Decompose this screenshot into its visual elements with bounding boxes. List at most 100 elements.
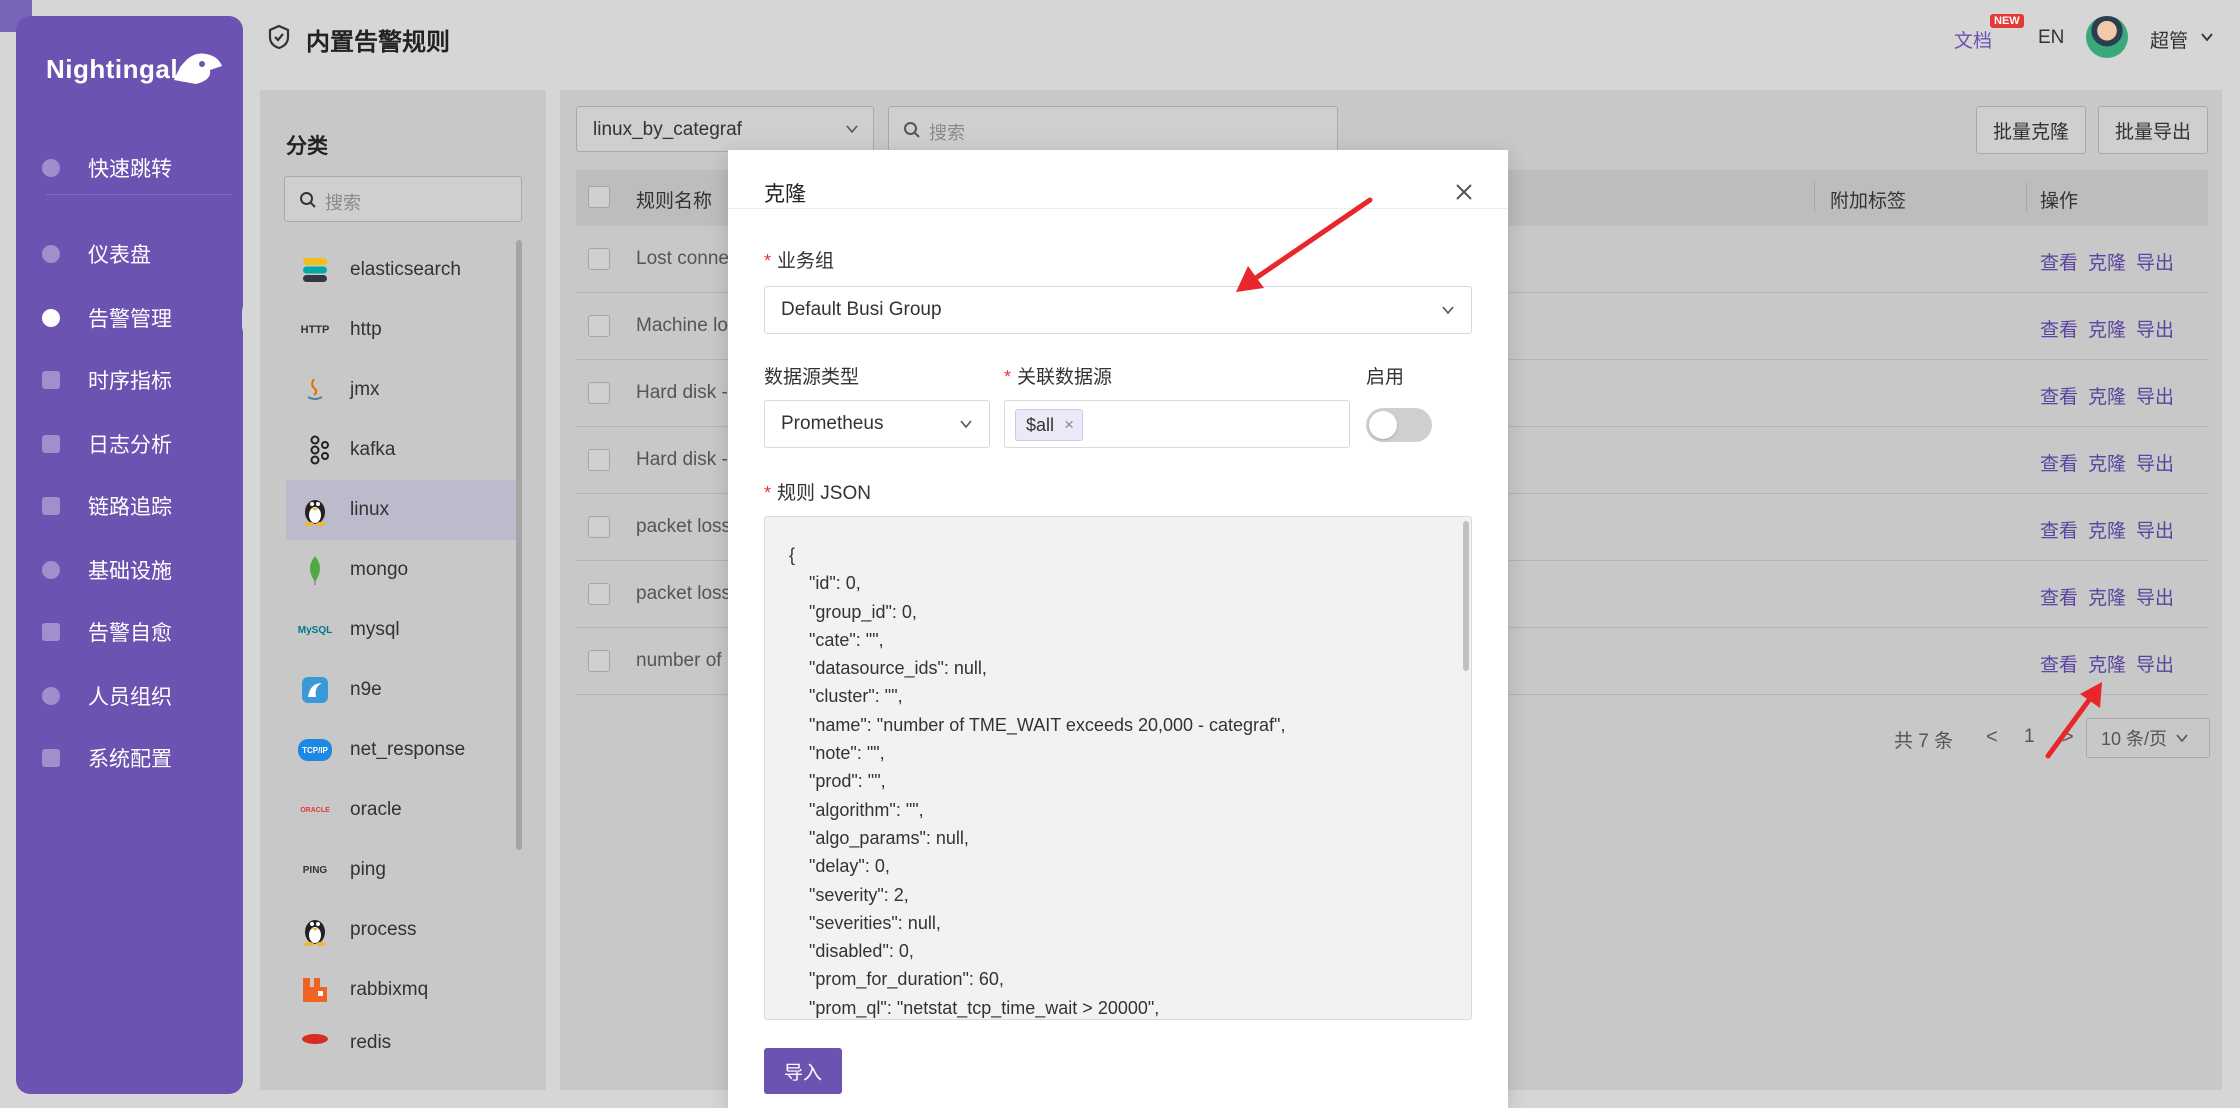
new-badge: NEW bbox=[1990, 14, 2024, 28]
import-button[interactable]: 导入 bbox=[764, 1048, 842, 1094]
target-icon bbox=[42, 561, 60, 579]
red-arrow-icon bbox=[2045, 682, 2102, 759]
docs-link[interactable]: 文档 bbox=[1954, 26, 1992, 53]
category-item-n9e[interactable]: n9e bbox=[286, 660, 516, 720]
datasource-select[interactable]: linux_by_categraf bbox=[576, 106, 874, 152]
alarm-icon bbox=[42, 309, 60, 327]
linked-datasource-select[interactable]: $all × bbox=[1004, 400, 1350, 448]
category-label: elasticsearch bbox=[350, 259, 461, 280]
category-item-linux[interactable]: linux bbox=[286, 480, 516, 540]
n9e-icon bbox=[298, 673, 332, 707]
category-item-kafka[interactable]: kafka bbox=[286, 420, 516, 480]
export-link[interactable]: 导出 bbox=[2136, 315, 2174, 342]
row-checkbox[interactable] bbox=[588, 516, 610, 538]
search-placeholder: 搜索 bbox=[929, 123, 965, 143]
row-checkbox[interactable] bbox=[588, 382, 610, 404]
nav-quick-jump[interactable]: 快速跳转 bbox=[16, 142, 243, 194]
category-item-jmx[interactable]: jmx bbox=[286, 360, 516, 420]
user-menu[interactable]: 超管 bbox=[2150, 26, 2188, 53]
batch-clone-button[interactable]: 批量克隆 bbox=[1976, 106, 2086, 154]
select-all-checkbox[interactable] bbox=[588, 186, 610, 208]
nav-tracing[interactable]: 链路追踪 bbox=[16, 480, 243, 532]
enable-label: 启用 bbox=[1366, 367, 1405, 388]
nav-dashboard[interactable]: 仪表盘 bbox=[16, 228, 243, 280]
view-link[interactable]: 查看 bbox=[2040, 382, 2078, 409]
category-label: mysql bbox=[350, 619, 400, 640]
nav-alarm-management[interactable]: 告警管理 bbox=[16, 292, 243, 344]
view-link[interactable]: 查看 bbox=[2040, 248, 2078, 275]
category-item-http[interactable]: HTTP http bbox=[286, 300, 516, 360]
clone-link[interactable]: 克隆 bbox=[2088, 248, 2126, 275]
datasource-type-select[interactable]: Prometheus bbox=[764, 400, 990, 448]
view-link[interactable]: 查看 bbox=[2040, 516, 2078, 543]
row-checkbox[interactable] bbox=[588, 449, 610, 471]
rule-search-input[interactable]: 搜索 bbox=[888, 106, 1338, 152]
rule-name: Lost conne bbox=[636, 248, 729, 269]
export-link[interactable]: 导出 bbox=[2136, 449, 2174, 476]
category-search-input[interactable]: 搜索 bbox=[284, 176, 522, 222]
view-link[interactable]: 查看 bbox=[2040, 315, 2078, 342]
category-label: kafka bbox=[350, 439, 396, 460]
category-item-mysql[interactable]: MySQL mysql bbox=[286, 600, 516, 660]
enable-toggle[interactable] bbox=[1366, 408, 1432, 442]
clone-link[interactable]: 克隆 bbox=[2088, 583, 2126, 610]
export-link[interactable]: 导出 bbox=[2136, 382, 2174, 409]
category-item-ping[interactable]: PING ping bbox=[286, 840, 516, 900]
nav-metrics[interactable]: 时序指标 bbox=[16, 354, 243, 406]
clone-link[interactable]: 克隆 bbox=[2088, 516, 2126, 543]
datasource-tag: $all × bbox=[1015, 409, 1084, 441]
clone-link[interactable]: 克隆 bbox=[2088, 315, 2126, 342]
nav-organization[interactable]: 人员组织 bbox=[16, 670, 243, 722]
nav-infrastructure[interactable]: 基础设施 bbox=[16, 544, 243, 596]
view-link[interactable]: 查看 bbox=[2040, 583, 2078, 610]
clone-link[interactable]: 克隆 bbox=[2088, 449, 2126, 476]
export-link[interactable]: 导出 bbox=[2136, 650, 2174, 677]
json-scrollbar[interactable] bbox=[1463, 521, 1469, 671]
clone-link[interactable]: 克隆 bbox=[2088, 650, 2126, 677]
pager-page-1[interactable]: 1 bbox=[2024, 726, 2035, 748]
export-link[interactable]: 导出 bbox=[2136, 248, 2174, 275]
row-checkbox[interactable] bbox=[588, 315, 610, 337]
rule-json-editor[interactable]: { "id": 0, "group_id": 0, "cate": "", "d… bbox=[764, 516, 1472, 1020]
category-label: n9e bbox=[350, 679, 382, 700]
export-link[interactable]: 导出 bbox=[2136, 583, 2174, 610]
toggle-knob bbox=[1369, 411, 1397, 439]
category-label: linux bbox=[350, 499, 390, 520]
close-icon[interactable] bbox=[1452, 180, 1476, 204]
category-label: oracle bbox=[350, 799, 402, 820]
nav-self-healing[interactable]: 告警自愈 bbox=[16, 606, 243, 658]
export-link[interactable]: 导出 bbox=[2136, 516, 2174, 543]
linux-penguin-icon bbox=[298, 913, 332, 947]
pager-prev-button[interactable]: < bbox=[1986, 726, 1998, 749]
nav-label: 基础设施 bbox=[88, 560, 172, 583]
category-item-oracle[interactable]: ORACLE oracle bbox=[286, 780, 516, 840]
tag-remove-icon[interactable]: × bbox=[1064, 410, 1074, 440]
chevron-down-icon[interactable] bbox=[2200, 30, 2214, 44]
category-item-process[interactable]: process bbox=[286, 900, 516, 960]
view-link[interactable]: 查看 bbox=[2040, 449, 2078, 476]
batch-export-button[interactable]: 批量导出 bbox=[2098, 106, 2208, 154]
ping-icon: PING bbox=[302, 864, 328, 876]
row-checkbox[interactable] bbox=[588, 650, 610, 672]
category-item-mongo[interactable]: mongo bbox=[286, 540, 516, 600]
clone-link[interactable]: 克隆 bbox=[2088, 382, 2126, 409]
avatar[interactable] bbox=[2086, 16, 2128, 58]
sidebar: Nightingale 快速跳转 仪表盘 告警管理 时序指标 日志分析 链路追踪… bbox=[16, 16, 260, 1094]
category-item-rabbitmq[interactable]: rabbixmq bbox=[286, 960, 516, 1020]
language-switch[interactable]: EN bbox=[2038, 27, 2064, 49]
category-item-net-response[interactable]: TCP/IP net_response bbox=[286, 720, 516, 780]
view-link[interactable]: 查看 bbox=[2040, 650, 2078, 677]
row-checkbox[interactable] bbox=[588, 248, 610, 270]
rule-name: Hard disk - bbox=[636, 382, 728, 403]
nav-label: 系统配置 bbox=[88, 748, 172, 771]
rule-name: Machine lo bbox=[636, 315, 728, 336]
category-item-elasticsearch[interactable]: elasticsearch bbox=[286, 240, 516, 300]
category-scrollbar[interactable] bbox=[516, 240, 522, 850]
redis-icon bbox=[298, 1020, 332, 1052]
nav-logs[interactable]: 日志分析 bbox=[16, 418, 243, 470]
oracle-icon: ORACLE bbox=[300, 806, 330, 814]
row-checkbox[interactable] bbox=[588, 583, 610, 605]
category-item-redis[interactable]: redis bbox=[286, 1020, 516, 1052]
nav-system-config[interactable]: 系统配置 bbox=[16, 732, 243, 784]
busi-group-value: Default Busi Group bbox=[781, 299, 942, 320]
